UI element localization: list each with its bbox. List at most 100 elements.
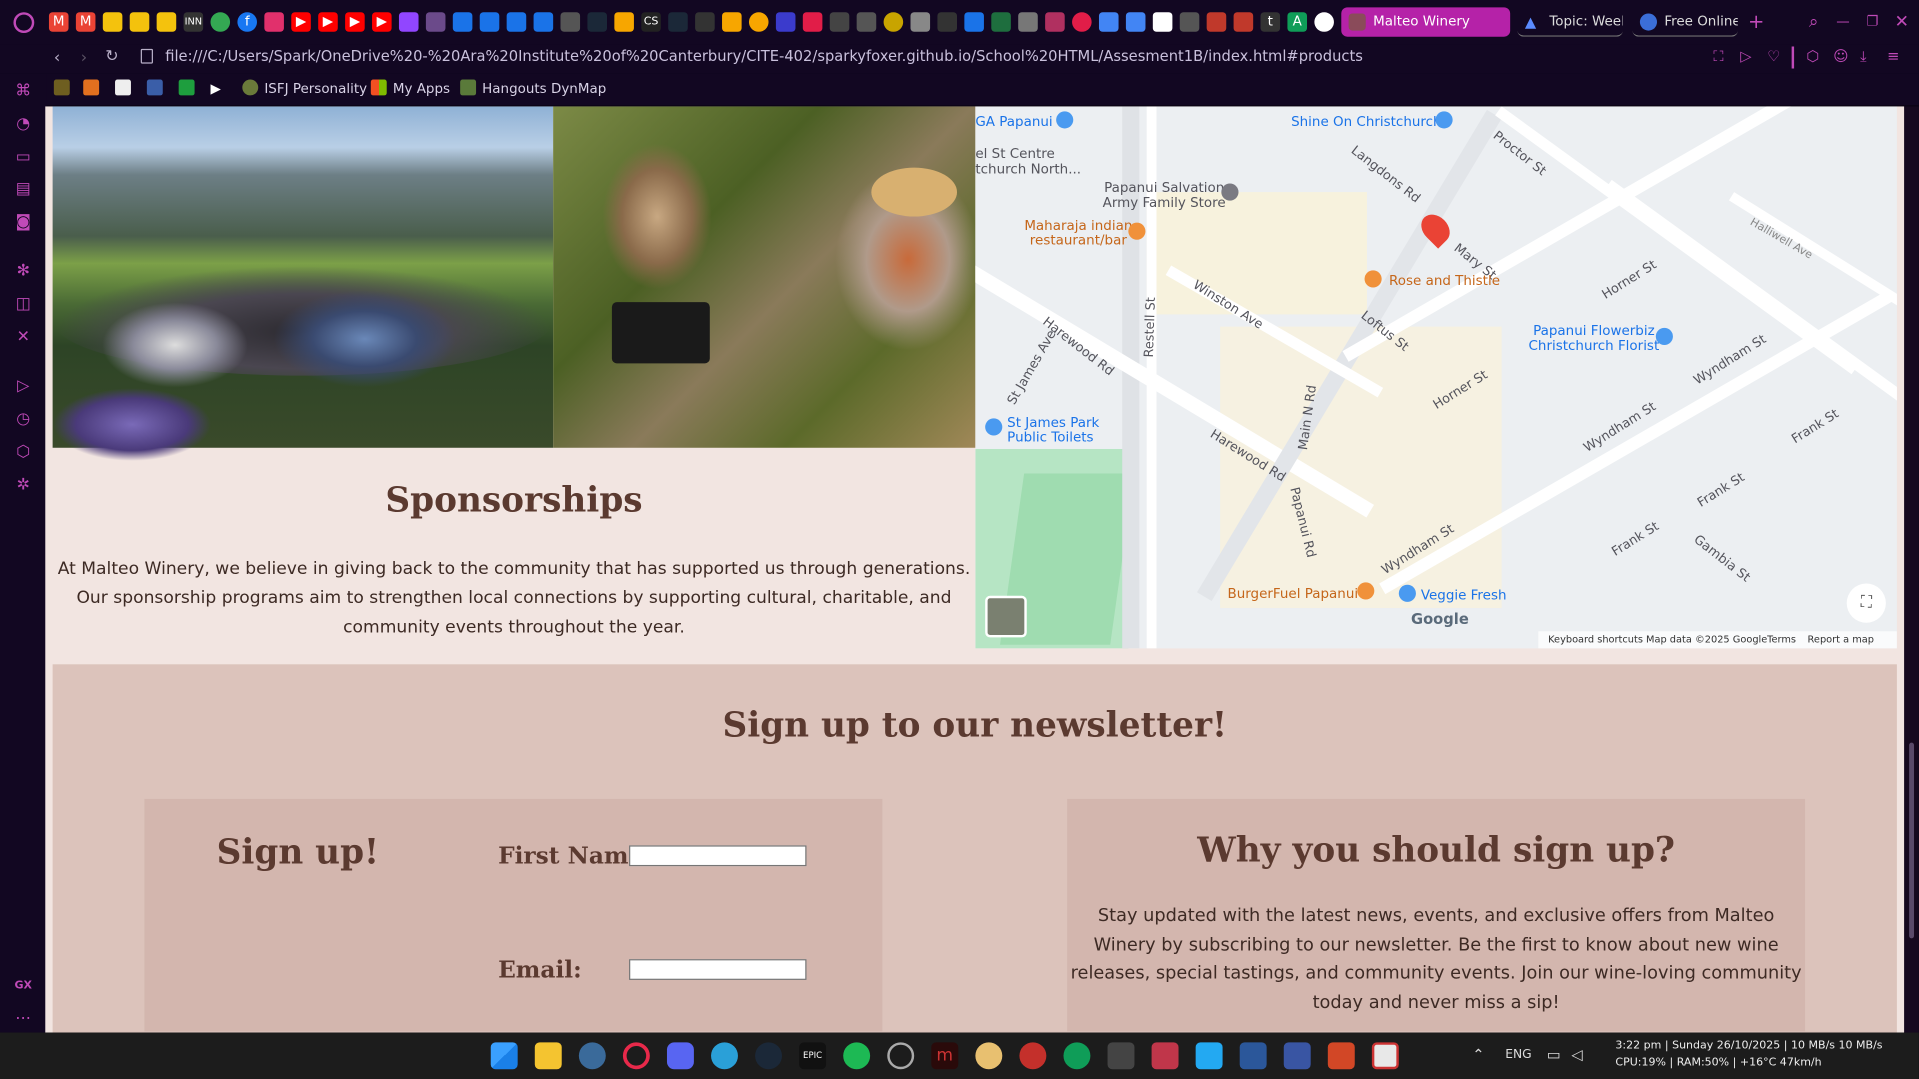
first-name-field[interactable]: [629, 845, 807, 867]
youtube-icon[interactable]: ▶: [291, 12, 311, 32]
bookmark-icon[interactable]: [937, 12, 958, 32]
profile-icon[interactable]: ☺: [1833, 48, 1848, 65]
openai-icon[interactable]: [695, 12, 715, 32]
scrollbar-thumb[interactable]: [1909, 742, 1915, 939]
obs-icon[interactable]: [887, 1042, 915, 1070]
cube-icon[interactable]: ⬡: [13, 443, 33, 463]
volume-icon[interactable]: ◁: [1571, 1046, 1582, 1063]
restaurant-pin-icon[interactable]: [1357, 582, 1375, 600]
fullscreen-icon[interactable]: ⛶: [1846, 583, 1886, 623]
app-icon[interactable]: [975, 1042, 1003, 1070]
keyboard-shortcuts-link[interactable]: Keyboard shortcuts: [1548, 631, 1643, 648]
discord-icon[interactable]: [666, 1042, 694, 1070]
bookmark-item[interactable]: [178, 79, 201, 100]
tab-topic-week[interactable]: ▲ Topic: Week: [1517, 7, 1623, 37]
steam-icon[interactable]: [587, 12, 608, 32]
extensions-icon[interactable]: ⬡: [1806, 48, 1819, 65]
app-icon[interactable]: m: [931, 1042, 959, 1070]
poi-label[interactable]: Papanui Salvation Army Family Store: [1103, 180, 1226, 210]
instagram-icon[interactable]: [264, 12, 284, 32]
bookmark-icon[interactable]: [1206, 12, 1227, 32]
word-icon[interactable]: [1239, 1042, 1267, 1070]
stack-icon[interactable]: [560, 12, 581, 32]
maps-icon[interactable]: [210, 12, 231, 32]
settings-icon[interactable]: ✲: [13, 476, 33, 496]
history-icon[interactable]: ◷: [13, 410, 33, 430]
player-icon[interactable]: ▷: [13, 377, 33, 397]
restaurant-pin-icon[interactable]: [1128, 222, 1146, 240]
more-icon[interactable]: ⋯: [13, 1009, 33, 1029]
poi-label[interactable]: Rose and Thistle: [1389, 273, 1500, 289]
youtube-icon[interactable]: ▶: [345, 12, 365, 32]
url-field[interactable]: file:///C:/Users/Spark/OneDrive%20-%20Ar…: [165, 48, 1363, 65]
github-icon[interactable]: [1314, 12, 1334, 32]
youtube-icon[interactable]: ▶: [318, 12, 338, 32]
snapshot-icon[interactable]: ⛶: [1713, 48, 1723, 66]
tab-malteo-winery[interactable]: Malteo Winery: [1341, 7, 1511, 37]
app-icon[interactable]: [1151, 1042, 1179, 1070]
bookmark-icon[interactable]: [1233, 12, 1254, 32]
poi-label[interactable]: Shine On Christchurch: [1291, 114, 1441, 130]
poi-label[interactable]: Veggie Fresh: [1421, 587, 1507, 603]
satellite-layer-toggle[interactable]: [985, 595, 1027, 638]
bookmark-icon[interactable]: [425, 12, 446, 32]
powerpoint-icon[interactable]: [1327, 1042, 1355, 1070]
bookmark-hangouts[interactable]: Hangouts DynMap: [460, 79, 606, 100]
bookmark-icon[interactable]: [506, 12, 527, 32]
inn-icon[interactable]: INN: [183, 12, 204, 32]
epic-games-icon[interactable]: EPIC: [799, 1042, 827, 1070]
grocery-pin-icon[interactable]: [1398, 584, 1416, 602]
minimize-icon[interactable]: —: [1833, 12, 1853, 32]
store-pin-icon[interactable]: [1221, 183, 1239, 201]
poi-label[interactable]: BurgerFuel Papanui: [1227, 586, 1358, 602]
chevron-up-icon[interactable]: ⌃: [1472, 1046, 1484, 1063]
bookmark-item[interactable]: [146, 79, 169, 100]
poi-label[interactable]: St James Park Public Toilets: [1007, 415, 1099, 445]
speed-icon[interactable]: ◔: [13, 115, 33, 135]
twitch-icon[interactable]: [398, 12, 419, 32]
close-icon[interactable]: ✕: [1892, 12, 1912, 32]
wallet-icon[interactable]: ▤: [13, 180, 33, 200]
bookmark-icon[interactable]: [722, 12, 742, 32]
tab-free-online[interactable]: Free Online: [1632, 7, 1738, 37]
bookmark-item[interactable]: [115, 79, 137, 100]
forward-icon[interactable]: ›: [81, 49, 87, 67]
download-icon[interactable]: ⤓: [1860, 48, 1867, 66]
docs-icon[interactable]: [1125, 12, 1146, 32]
bookmark-icon[interactable]: [910, 12, 931, 32]
bookmark-icon[interactable]: t: [1260, 12, 1281, 32]
bookmark-icon[interactable]: [829, 12, 850, 32]
youtube-icon[interactable]: ▶: [372, 12, 392, 32]
steam-icon[interactable]: [668, 12, 688, 32]
bar-pin-icon[interactable]: [1364, 270, 1382, 288]
bookmark-item[interactable]: [83, 79, 105, 100]
email-field[interactable]: [629, 959, 807, 980]
x-icon[interactable]: ✕: [13, 328, 33, 348]
google-map[interactable]: Langdons Rd Proctor St Mary St Halliwell…: [975, 106, 1897, 649]
terms-link[interactable]: Terms: [1767, 631, 1796, 648]
bookmark-icon[interactable]: [156, 12, 177, 32]
poi-label[interactable]: GA Papanui: [975, 114, 1052, 130]
bookmark-item[interactable]: ▶: [210, 80, 220, 100]
menu-icon[interactable]: ≡: [1887, 48, 1899, 65]
camera-icon[interactable]: ◙: [13, 213, 33, 233]
new-tab-icon[interactable]: +: [1746, 12, 1766, 32]
cs-icon[interactable]: CS: [641, 12, 661, 32]
bookmark-icon[interactable]: [479, 12, 500, 32]
file-explorer-icon[interactable]: [534, 1042, 562, 1070]
bookmark-icon[interactable]: [614, 12, 634, 32]
app-icon[interactable]: [1107, 1042, 1135, 1070]
vscode-icon[interactable]: [1195, 1042, 1223, 1070]
bookmark-icon[interactable]: [1072, 12, 1092, 32]
report-map-error-link[interactable]: Report a map error: [1808, 631, 1897, 648]
clock-label[interactable]: 3:22 pm | Sunday 26/10/2025 | 10 MB/s 10…: [1615, 1040, 1882, 1052]
search-tabs-icon[interactable]: ⌕: [1804, 12, 1824, 32]
back-icon[interactable]: ‹: [54, 49, 60, 67]
send-icon[interactable]: ▷: [1740, 48, 1751, 65]
poi-label[interactable]: Maharaja indian restaurant/bar: [1024, 218, 1132, 248]
bookmark-icon[interactable]: [802, 12, 823, 32]
bookmark-icon[interactable]: [102, 12, 123, 32]
app-icon[interactable]: [1063, 1042, 1091, 1070]
opera-gx-logo-icon[interactable]: [13, 12, 35, 34]
network-icon[interactable]: ▭: [1547, 1046, 1561, 1063]
